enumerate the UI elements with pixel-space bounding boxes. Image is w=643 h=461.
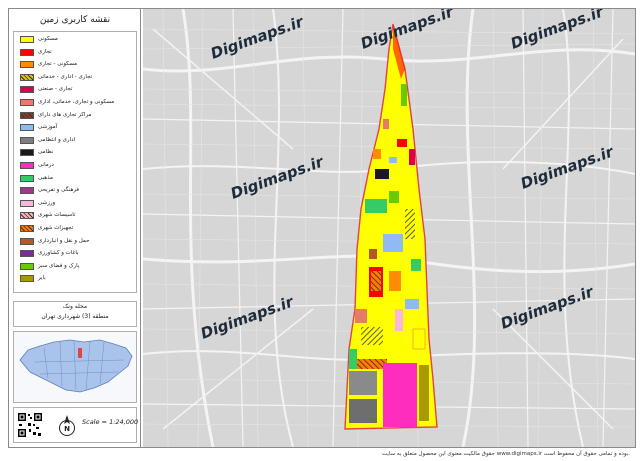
legend-label: مسکونی — [38, 36, 58, 42]
legend-swatch — [20, 124, 34, 132]
watermark-7: Digimaps.ir — [498, 282, 597, 333]
legend-item: تجاری - اداری - خدماتی — [20, 73, 132, 82]
north-label: N — [64, 425, 70, 433]
legend-swatch — [20, 275, 34, 283]
legend-label: نظامی — [38, 149, 54, 156]
legend-box: مسکونی تجاری مسکونی - تجاری تجاری - اداری -… — [13, 31, 137, 293]
legend-label: آموزشی — [38, 124, 58, 131]
legend-label: حمل و نقل و انبارداری — [38, 237, 90, 244]
region-info: محله ونک منطقه (3) شهرداری تهران — [13, 301, 137, 327]
legend-item: مذهبی — [20, 174, 132, 183]
legend-swatch — [20, 250, 34, 258]
legend-swatch — [20, 36, 34, 43]
map-info-box: N Scale = 1:24,000 — [13, 407, 139, 443]
north-arrow-icon: N — [59, 415, 75, 436]
legend-label: تجاری - اداری - خدماتی — [38, 73, 93, 80]
legend-swatch — [20, 99, 34, 106]
watermark-6: Digimaps.ir — [198, 292, 297, 343]
legend-swatch — [20, 262, 34, 270]
legend-item: مسکونی — [20, 36, 132, 44]
region-title: محله ونک — [62, 303, 88, 310]
qr-code-icon — [17, 412, 43, 438]
legend-swatch — [20, 48, 34, 56]
legend-item: تجاری - صنعتی — [20, 86, 132, 94]
legend-swatch — [20, 237, 34, 245]
legend-label: اداری و انتظامی — [38, 136, 76, 143]
legend-item: حمل و نقل و انبارداری — [20, 237, 132, 246]
legend-item: مراکز تجاری های دارای — [20, 111, 132, 120]
legend-item: تاسیسات شهری — [20, 212, 132, 220]
legend-label: ورزشی — [38, 199, 56, 206]
legend-title: نقشه کاربری زمین — [39, 15, 111, 25]
legend-item: مسکونی و تجاری، خدماتی، اداری — [20, 99, 132, 107]
legend-swatch — [20, 111, 34, 119]
legend-label: بایر — [38, 275, 46, 282]
legend-swatch — [20, 187, 34, 195]
legend-swatch — [20, 61, 34, 69]
selected-neighborhood — [78, 348, 82, 358]
legend-item: پارک و فضای سبز — [20, 262, 132, 271]
neighborhood-area[interactable] — [344, 23, 438, 430]
scale-label: Scale = 1:24,000 — [82, 418, 139, 426]
legend-label: مسکونی و تجاری، خدماتی، اداری — [38, 99, 115, 105]
legend-swatch — [20, 136, 34, 144]
legend-label: مذهبی — [38, 174, 53, 181]
legend-item: اداری و انتظامی — [20, 136, 132, 145]
legend-label: تجاری — [38, 48, 52, 55]
legend-label: مسکونی - تجاری — [38, 61, 78, 68]
map-canvas[interactable]: Digimaps.ir Digimaps.ir Digimaps.ir Digi… — [143, 9, 635, 447]
legend-item: تجاری — [20, 48, 132, 57]
watermark-1: Digimaps.ir — [208, 12, 307, 63]
legend-swatch — [20, 73, 34, 81]
legend-swatch — [20, 149, 34, 157]
legend-swatch — [20, 225, 34, 232]
region-subtitle: منطقه (3) شهرداری تهران — [41, 313, 109, 320]
legend-label: تاسیسات شهری — [38, 212, 76, 219]
legend-label: پارک و فضای سبز — [38, 262, 80, 269]
legend-swatch — [20, 174, 34, 182]
legend-item: نظامی — [20, 149, 132, 157]
legend-label: مراکز تجاری های دارای — [38, 111, 92, 118]
map-svg: Digimaps.ir Digimaps.ir Digimaps.ir Digi… — [143, 9, 635, 447]
locator-minimap — [13, 331, 137, 403]
legend-label: فرهنگی و تفریحی — [38, 187, 80, 194]
legend-item: آموزشی — [20, 124, 132, 132]
legend-swatch — [20, 162, 34, 169]
minimap-svg — [19, 339, 133, 393]
legend-label: تجاری - صنعتی — [38, 86, 73, 93]
legend-item: درمانی — [20, 162, 132, 170]
legend-item: مسکونی - تجاری — [20, 61, 132, 69]
copyright-footer: حقوق مالکیت معنوی این محصول متعلق به سای… — [381, 451, 630, 457]
legend-label: تجهیزات شهری — [38, 225, 74, 231]
legend-label: درمانی — [38, 162, 54, 168]
legend-item: ورزشی — [20, 199, 132, 208]
legend-item: تجهیزات شهری — [20, 225, 132, 233]
legend-item: باغات و کشاورزی — [20, 250, 132, 258]
legend-swatch — [20, 212, 34, 220]
legend-item: بایر — [20, 275, 132, 283]
legend-swatch — [20, 86, 34, 94]
legend-swatch — [20, 199, 34, 207]
legend-item: فرهنگی و تفریحی — [20, 187, 132, 195]
legend-sidebar: نقشه کاربری زمین مسکونی تجاری مسکونی - تجا… — [9, 9, 141, 447]
legend-label: باغات و کشاورزی — [38, 250, 79, 257]
